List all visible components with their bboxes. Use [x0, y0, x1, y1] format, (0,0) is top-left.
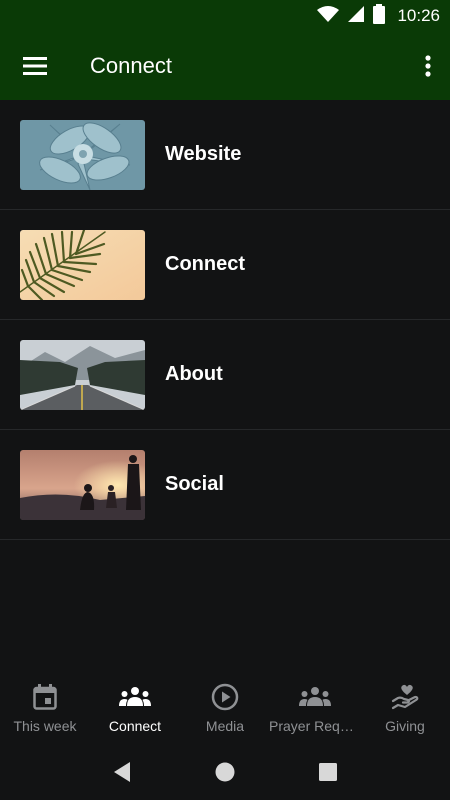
nav-item-this-week[interactable]: This week	[0, 672, 90, 744]
status-bar: 10:26	[0, 0, 450, 32]
list-item-about[interactable]: About	[0, 320, 450, 430]
nav-label: Prayer Requ…	[269, 718, 361, 734]
list-item-label: Connect	[165, 253, 245, 275]
home-circle-icon[interactable]	[205, 752, 245, 792]
list-item-label: Website	[165, 143, 242, 165]
calendar-icon	[33, 682, 57, 712]
people-group-icon	[299, 682, 331, 712]
wifi-icon	[317, 5, 340, 28]
nav-label: This week	[13, 718, 77, 734]
nav-item-prayer-requests[interactable]: Prayer Requ…	[269, 672, 361, 744]
status-time: 10:26	[397, 6, 440, 25]
heart-hand-icon	[391, 682, 419, 712]
page-title: Connect	[90, 53, 172, 78]
bottom-navigation: This week Connect Media Prayer Requ… Giv…	[0, 672, 450, 744]
list-item-label: Social	[165, 473, 224, 495]
nav-item-giving[interactable]: Giving	[360, 672, 450, 744]
nav-label: Giving	[385, 718, 425, 734]
nav-item-connect[interactable]: Connect	[90, 672, 180, 744]
list-item-social[interactable]: Social	[0, 430, 450, 540]
nav-item-media[interactable]: Media	[180, 672, 270, 744]
recents-square-icon[interactable]	[308, 752, 348, 792]
list-item-website[interactable]: Website	[0, 100, 450, 210]
cell-signal-icon	[347, 5, 365, 28]
more-vertical-icon[interactable]	[406, 32, 450, 100]
sunset-people-thumbnail	[20, 449, 145, 520]
palm-leaf-thumbnail	[20, 229, 145, 300]
battery-icon	[373, 3, 386, 29]
nav-label: Media	[205, 718, 245, 734]
people-group-icon	[119, 682, 151, 712]
mountain-road-thumbnail	[20, 339, 145, 410]
play-circle-icon	[211, 682, 239, 712]
nav-label: Connect	[108, 718, 162, 734]
succulent-thumbnail	[20, 119, 145, 190]
system-navigation-bar	[0, 744, 450, 800]
app-bar: Connect	[0, 32, 450, 100]
link-list: Website Connect About Social	[0, 100, 450, 540]
list-item-label: About	[165, 363, 223, 385]
hamburger-menu-icon[interactable]	[0, 32, 70, 100]
list-item-connect[interactable]: Connect	[0, 210, 450, 320]
back-triangle-icon[interactable]	[102, 752, 142, 792]
